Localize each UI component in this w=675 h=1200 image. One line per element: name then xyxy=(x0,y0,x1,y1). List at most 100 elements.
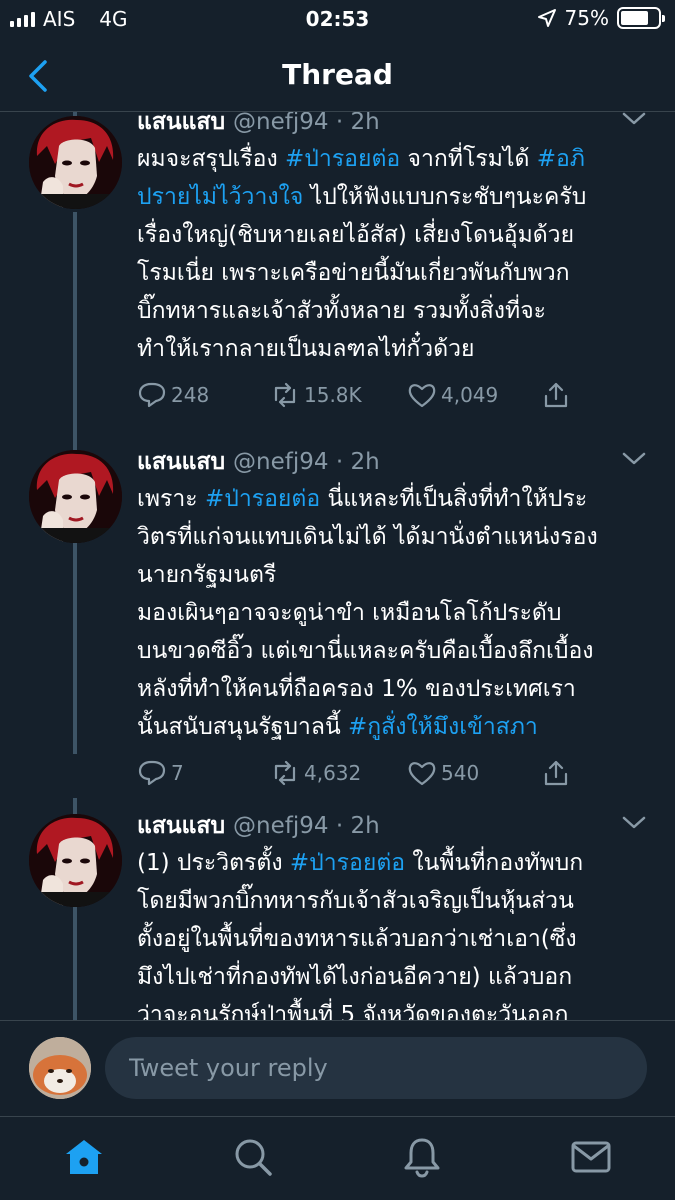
tweet-text: (1) ประวิตรตั้ง #ป่ารอยต่อ ในพื้นที่กองท… xyxy=(137,844,657,1020)
tab-search[interactable] xyxy=(231,1135,275,1179)
text-segment: หลังที่ทำให้คนที่ถือครอง 1% ของประเทศเรา xyxy=(137,676,576,702)
share-button[interactable] xyxy=(541,758,571,788)
reply-input[interactable] xyxy=(105,1037,647,1099)
chevron-down-icon[interactable] xyxy=(621,812,647,832)
hashtag-link[interactable]: #ป่ารอยต่อ xyxy=(205,486,320,512)
share-button[interactable] xyxy=(541,380,571,410)
text-segment: โรมเนี่ย เพราะเครือข่ายนี้มันเกี่ยวพันกั… xyxy=(137,260,570,286)
replies-count: 248 xyxy=(171,383,210,407)
chevron-down-icon[interactable] xyxy=(621,448,647,468)
avatar-image xyxy=(29,116,122,209)
tweet-text-line: ผมจะสรุปเรื่อง #ป่ารอยต่อ จากที่โรมได้ #… xyxy=(137,140,657,178)
reply-bar xyxy=(0,1020,675,1116)
retweets-count: 4,632 xyxy=(304,761,362,785)
status-right: 75% xyxy=(537,6,665,30)
messages-icon xyxy=(571,1141,611,1173)
share-icon xyxy=(544,382,568,408)
retweet-button[interactable]: 4,632 xyxy=(270,758,361,788)
tweet-text-line: บิ๊กทหารและเจ้าสัวทั้งหลาย รวมทั้งสิ่งที… xyxy=(137,292,657,330)
reply-button[interactable]: 7 xyxy=(137,758,184,788)
tweet-actions: 248 15.8K 4,049 xyxy=(137,380,657,420)
tab-messages[interactable] xyxy=(569,1135,613,1179)
tweet-text-line: ว่าจะอนุรักษ์ป่าพื้นที่ 5 จังหวัดของตะวั… xyxy=(137,996,657,1020)
author-name[interactable]: แสนแสบ xyxy=(137,444,225,480)
hashtag-link[interactable]: #อภิ xyxy=(537,146,585,172)
tweet-header: แสนแสบ @nefj94 · 2h xyxy=(137,808,657,844)
my-avatar[interactable] xyxy=(29,1037,91,1099)
chevron-down-icon[interactable] xyxy=(621,112,647,128)
text-segment: (1) ประวิตรตั้ง xyxy=(137,850,290,876)
text-segment: ในพื้นที่กองทัพบก xyxy=(405,850,584,876)
author-handle[interactable]: @nefj94 · 2h xyxy=(233,813,380,839)
tweet-text-line: ทำให้เรากลายเป็นมลฑลไท่กั๋วด้วย xyxy=(137,330,657,368)
avatar-image xyxy=(29,814,122,907)
retweets-count: 15.8K xyxy=(304,383,362,407)
reply-icon xyxy=(138,382,166,408)
home-icon xyxy=(66,1140,102,1174)
text-segment: เรื่องใหญ่(ชิบหายเลยไอ้สัส) เสี่ยงโดนอุ้… xyxy=(137,222,575,248)
text-segment: นั้นสนับสนุนรัฐบาลนี้ xyxy=(137,714,348,740)
text-segment: นายกรัฐมนตรี xyxy=(137,562,277,588)
tweet-text-line: ปรายไม่ไว้วางใจ ไปให้ฟังแบบกระชับๆนะครับ xyxy=(137,178,657,216)
avatar[interactable] xyxy=(29,814,122,907)
tweet-text-line: โรมเนี่ย เพราะเครือข่ายนี้มันเกี่ยวพันกั… xyxy=(137,254,657,292)
tab-bar xyxy=(0,1116,675,1200)
avatar-image xyxy=(29,1037,91,1099)
author-name[interactable]: แสนแสบ xyxy=(137,808,225,844)
heart-icon xyxy=(408,762,436,786)
like-button[interactable]: 4,049 xyxy=(407,380,498,410)
avatar-image xyxy=(29,450,122,543)
text-segment: มองเผินๆอาจจะดูน่าขำ เหมือนโลโก้ประดับ xyxy=(137,600,562,626)
hashtag-link[interactable]: #ป่ารอยต่อ xyxy=(290,850,405,876)
text-segment: เพราะ xyxy=(137,486,205,512)
likes-count: 4,049 xyxy=(441,383,499,407)
avatar[interactable] xyxy=(29,450,122,543)
reply-button[interactable]: 248 xyxy=(137,380,209,410)
tweet[interactable]: แสนแสบ @nefj94 · 2h (1) ประวิตรตั้ง #ป่ารอ… xyxy=(0,798,675,1020)
tweet-header: แสนแสบ @nefj94 · 2h xyxy=(137,112,657,140)
tweet-text-line: โดยมีพวกบิ๊กทหารกับเจ้าสัวเจริญเป็นหุ้นส… xyxy=(137,882,657,920)
tweet[interactable]: แสนแสบ @nefj94 · 2h ผมจะสรุปเรื่อง #ป่ารอย… xyxy=(0,112,675,434)
hashtag-link[interactable]: ปรายไม่ไว้วางใจ xyxy=(137,184,303,210)
text-segment: จากที่โรมได้ xyxy=(400,146,537,172)
battery-icon xyxy=(617,7,665,29)
tweet-text-line: บนขวดซีอิ๊ว แต่เขานี่แหละครับคือเบื้องลึ… xyxy=(137,632,657,670)
tweet-text-line: เรื่องใหญ่(ชิบหายเลยไอ้สัส) เสี่ยงโดนอุ้… xyxy=(137,216,657,254)
retweet-icon xyxy=(274,760,296,786)
author-name[interactable]: แสนแสบ xyxy=(137,112,225,140)
tab-home[interactable] xyxy=(62,1135,106,1179)
author-handle[interactable]: @nefj94 · 2h xyxy=(233,449,380,475)
thread-line xyxy=(73,434,77,450)
text-segment: ทำให้เรากลายเป็นมลฑลไท่กั๋วด้วย xyxy=(137,336,475,362)
header: Thread xyxy=(0,40,675,112)
text-segment: บนขวดซีอิ๊ว แต่เขานี่แหละครับคือเบื้องลึ… xyxy=(137,638,594,664)
hashtag-link[interactable]: #กูสั่งให้มึงเข้าสภา xyxy=(348,714,538,740)
author-handle[interactable]: @nefj94 · 2h xyxy=(233,112,380,135)
text-segment: นี่แหละที่เป็นสิ่งที่ทำให้ประ xyxy=(320,486,588,512)
text-segment: ผมจะสรุปเรื่อง xyxy=(137,146,286,172)
tweet[interactable]: แสนแสบ @nefj94 · 2h เพราะ #ป่ารอยต่อ นี่แห… xyxy=(0,434,675,798)
tweet-text-line: มองเผินๆอาจจะดูน่าขำ เหมือนโลโก้ประดับ xyxy=(137,594,657,632)
like-button[interactable]: 540 xyxy=(407,758,479,788)
tweet-body: แสนแสบ @nefj94 · 2h เพราะ #ป่ารอยต่อ นี่แห… xyxy=(137,444,657,798)
share-icon xyxy=(544,760,568,786)
thread-timeline[interactable]: แสนแสบ @nefj94 · 2h ผมจะสรุปเรื่อง #ป่ารอย… xyxy=(0,112,675,1020)
battery-fill xyxy=(621,11,648,25)
tweet-text-line: หลังที่ทำให้คนที่ถือครอง 1% ของประเทศเรา xyxy=(137,670,657,708)
status-bar: AIS 4G 02:53 75% xyxy=(0,0,675,40)
tweet-text-line: นายกรัฐมนตรี xyxy=(137,556,657,594)
text-segment: มึงไปเช่าที่กองทัพได้ไงก่อนอีควาย) แล้วบ… xyxy=(137,964,573,990)
hashtag-link[interactable]: #ป่ารอยต่อ xyxy=(285,146,400,172)
search-icon xyxy=(235,1139,272,1176)
text-segment: โดยมีพวกบิ๊กทหารกับเจ้าสัวเจริญเป็นหุ้นส… xyxy=(137,888,574,914)
likes-count: 540 xyxy=(441,761,480,785)
retweet-button[interactable]: 15.8K xyxy=(270,380,362,410)
battery-percent: 75% xyxy=(564,6,609,30)
thread-line xyxy=(73,798,77,814)
tweet-text-line: (1) ประวิตรตั้ง #ป่ารอยต่อ ในพื้นที่กองท… xyxy=(137,844,657,882)
avatar[interactable] xyxy=(29,116,122,209)
text-segment: บิ๊กทหารและเจ้าสัวทั้งหลาย รวมทั้งสิ่งที… xyxy=(137,298,547,324)
battery-tip xyxy=(662,15,665,22)
tab-notifications[interactable] xyxy=(400,1135,444,1179)
tweet-actions: 7 4,632 540 xyxy=(137,758,657,798)
